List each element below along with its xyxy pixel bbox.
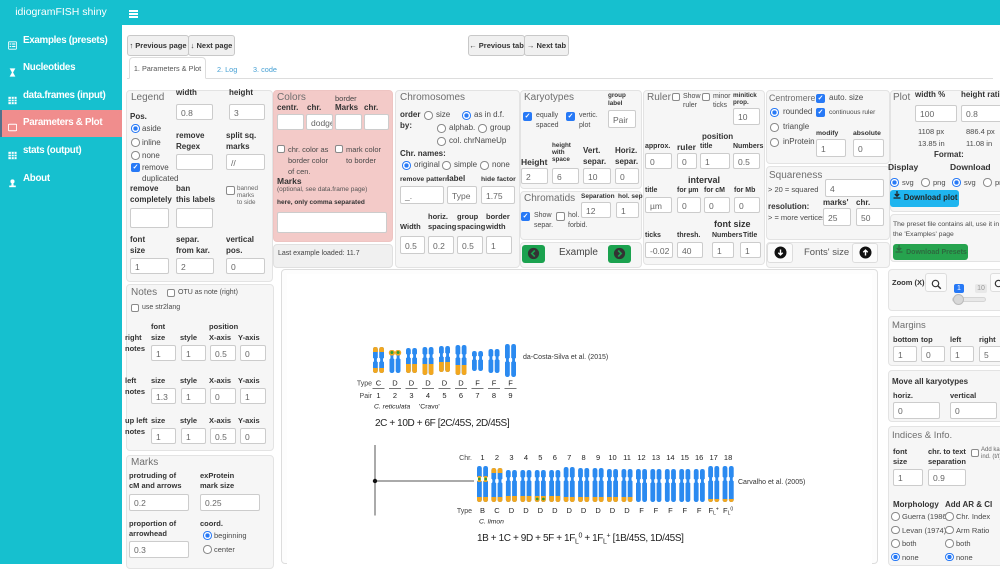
svg-text:da-Costa-Silva et al. (2015): da-Costa-Silva et al. (2015): [523, 354, 608, 361]
svg-text:F: F: [697, 506, 702, 515]
svg-text:Pair: Pair: [360, 393, 373, 400]
svg-text:8: 8: [492, 391, 496, 400]
svg-text:7: 7: [475, 391, 479, 400]
svg-text:F: F: [654, 506, 659, 515]
svg-text:Type: Type: [457, 508, 472, 515]
svg-text:F: F: [475, 379, 480, 388]
svg-text:FL0: FL0: [723, 506, 733, 517]
svg-text:F: F: [683, 506, 688, 515]
svg-text:14: 14: [666, 453, 674, 462]
svg-text:18: 18: [724, 453, 732, 462]
svg-text:4: 4: [524, 453, 528, 462]
svg-text:2C + 10D + 6F [2C/45S, 2D/45S]: 2C + 10D + 6F [2C/45S, 2D/45S]: [375, 418, 510, 429]
svg-text:F: F: [639, 506, 644, 515]
svg-text:13: 13: [652, 453, 660, 462]
svg-text:D: D: [566, 506, 572, 515]
svg-text:C. limon: C. limon: [479, 519, 504, 526]
svg-text:F: F: [668, 506, 673, 515]
svg-text:D: D: [538, 506, 544, 515]
svg-text:D: D: [610, 506, 616, 515]
svg-text:1: 1: [480, 453, 484, 462]
svg-text:F: F: [508, 379, 513, 388]
svg-text:4: 4: [426, 391, 430, 400]
svg-text:Carvalho et al. (2005): Carvalho et al. (2005): [738, 479, 805, 486]
svg-text:'Cravo': 'Cravo': [419, 404, 440, 411]
svg-text:11: 11: [623, 453, 631, 462]
svg-text:1B + 1C + 9D + 5F + 1FL0 + 1FL: 1B + 1C + 9D + 5F + 1FL0 + 1FL+ [1B/45S,…: [477, 533, 684, 546]
svg-text:8: 8: [582, 453, 586, 462]
svg-text:D: D: [552, 506, 558, 515]
svg-text:5: 5: [538, 453, 542, 462]
svg-text:D: D: [595, 506, 601, 515]
svg-text:9: 9: [508, 391, 512, 400]
svg-text:D: D: [425, 379, 431, 388]
svg-text:D: D: [442, 379, 448, 388]
svg-text:6: 6: [459, 391, 463, 400]
svg-text:3: 3: [409, 391, 413, 400]
svg-text:15: 15: [681, 453, 689, 462]
svg-text:6: 6: [553, 453, 557, 462]
svg-text:D: D: [624, 506, 630, 515]
svg-text:1: 1: [376, 391, 380, 400]
svg-text:B: B: [480, 506, 485, 515]
svg-text:9: 9: [596, 453, 600, 462]
svg-text:D: D: [581, 506, 587, 515]
svg-text:C: C: [376, 379, 382, 388]
svg-text:Type: Type: [357, 381, 372, 388]
svg-text:D: D: [523, 506, 529, 515]
svg-text:10: 10: [608, 453, 616, 462]
svg-text:5: 5: [442, 391, 446, 400]
svg-text:C. reticulata: C. reticulata: [374, 404, 410, 411]
svg-text:2: 2: [393, 391, 397, 400]
svg-text:7: 7: [567, 453, 571, 462]
svg-text:D: D: [409, 379, 415, 388]
svg-text:D: D: [509, 506, 515, 515]
svg-text:2: 2: [495, 453, 499, 462]
svg-text:12: 12: [637, 453, 645, 462]
svg-text:17: 17: [710, 453, 718, 462]
svg-text:FL+: FL+: [709, 506, 719, 517]
svg-text:C: C: [494, 506, 500, 515]
svg-text:D: D: [392, 379, 398, 388]
svg-text:3: 3: [509, 453, 513, 462]
svg-text:Chr.: Chr.: [459, 455, 472, 462]
svg-text:16: 16: [695, 453, 703, 462]
svg-text:D: D: [458, 379, 464, 388]
svg-text:F: F: [492, 379, 497, 388]
